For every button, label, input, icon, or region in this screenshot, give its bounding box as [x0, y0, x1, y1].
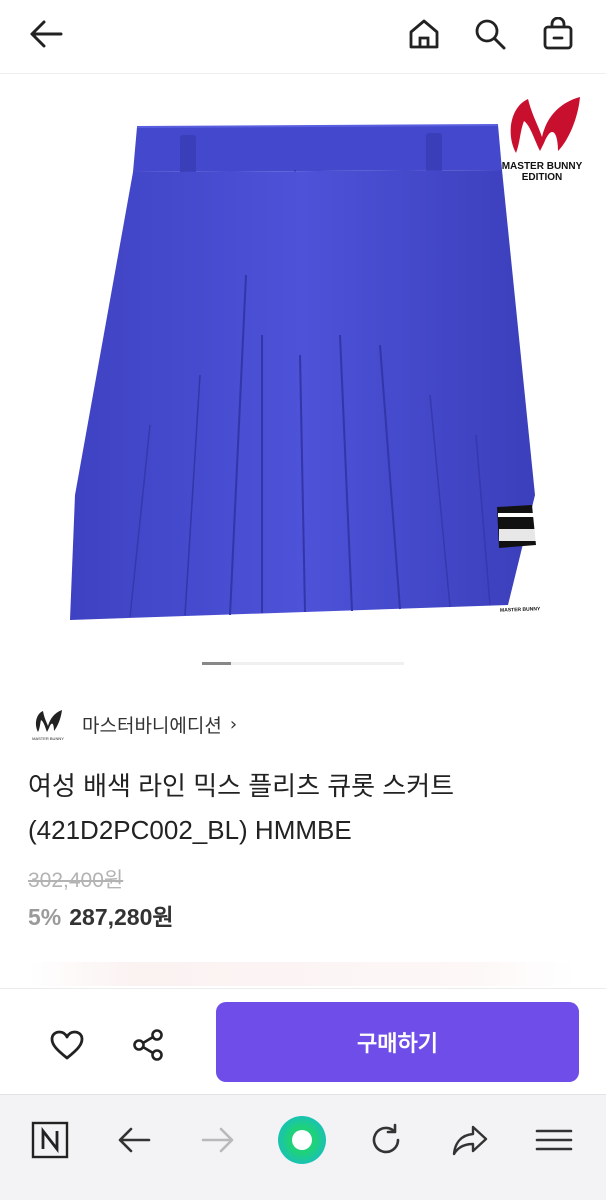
heart-icon[interactable] — [44, 1025, 90, 1065]
product-title-line2: (421D2PC002_BL) HMMBE — [28, 815, 352, 845]
master-bunny-logo-icon — [510, 97, 580, 153]
browser-back-icon[interactable] — [104, 1115, 164, 1165]
seller-link[interactable]: MASTER BUNNY 마스터바니에디션 › — [28, 704, 237, 744]
seller-name[interactable]: 마스터바니에디션 — [82, 711, 222, 738]
browser-forward-icon[interactable] — [188, 1115, 248, 1165]
naver-n-icon[interactable] — [20, 1115, 80, 1165]
purchase-action-bar: 구매하기 — [0, 988, 606, 1094]
search-icon[interactable] — [470, 14, 510, 54]
svg-text:MASTER BUNNY: MASTER BUNNY — [32, 736, 64, 741]
carousel-pager-active — [202, 662, 231, 665]
original-price: 302,400원 — [28, 869, 124, 892]
top-app-bar — [0, 0, 606, 74]
brand-logo: MASTER BUNNY EDITION — [488, 85, 596, 195]
browser-toolbar — [0, 1094, 606, 1200]
carousel-pager — [202, 662, 404, 665]
product-title-line1: 여성 배색 라인 믹스 플리츠 큐롯 스커트 — [28, 771, 455, 801]
browser-share-icon[interactable] — [440, 1115, 500, 1165]
product-image-carousel[interactable]: MASTER BUNNY MASTER BUNNY EDITION — [0, 75, 606, 685]
home-icon[interactable] — [404, 14, 444, 54]
refresh-icon[interactable] — [356, 1115, 416, 1165]
sale-price: 287,280원 — [69, 904, 174, 930]
hamburger-menu-icon[interactable] — [524, 1115, 584, 1165]
shopping-bag-icon[interactable] — [538, 14, 578, 54]
brand-logo-text-line2: EDITION — [521, 172, 563, 183]
chevron-right-icon: › — [229, 713, 238, 735]
sale-price-row: 5% 287,280원 — [28, 898, 174, 932]
buy-button[interactable]: 구매하기 — [216, 1002, 579, 1082]
product-title: 여성 배색 라인 믹스 플리츠 큐롯 스커트 (421D2PC002_BL) H… — [28, 764, 578, 852]
arrow-left-icon[interactable] — [26, 14, 66, 54]
share-icon[interactable] — [126, 1025, 170, 1065]
brand-logo-text-line1: MASTER BUNNY — [501, 161, 583, 172]
promo-banner-edge — [28, 962, 576, 986]
discount-percent: 5% — [28, 904, 62, 930]
seller-logo-icon: MASTER BUNNY — [28, 706, 68, 742]
green-circle-icon[interactable] — [272, 1115, 332, 1165]
